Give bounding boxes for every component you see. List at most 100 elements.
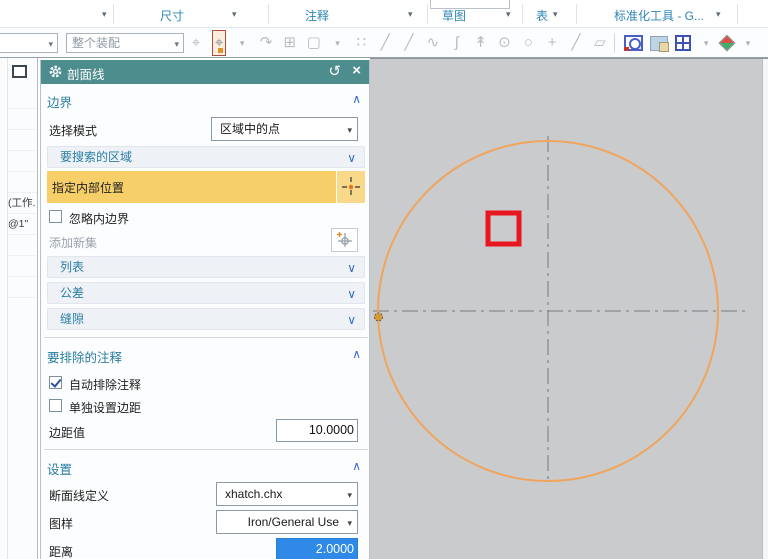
add-new-set-icon xyxy=(336,231,354,249)
sheet-icon[interactable]: ▱ xyxy=(592,31,608,55)
tab-separator xyxy=(576,4,577,24)
point-dialog-active-tool[interactable]: ⌖ xyxy=(212,30,226,56)
collapse-chevron-icon[interactable]: ∧ xyxy=(352,459,361,473)
ignore-inner-boundary-label: 忽略内边界 xyxy=(69,210,129,227)
hatch-definition-label: 断面线定义 xyxy=(49,487,109,504)
margin-value-label: 边距值 xyxy=(49,424,85,441)
stamp-icon[interactable]: ⊞ xyxy=(282,31,298,55)
image-export-icon[interactable] xyxy=(650,36,669,51)
circle-center-icon[interactable]: ⊙ xyxy=(496,31,512,55)
tab-separator xyxy=(427,4,428,24)
list-item[interactable] xyxy=(8,88,37,109)
tab-annotation[interactable]: 注释 xyxy=(305,7,329,24)
close-icon[interactable]: × xyxy=(352,62,361,79)
expand-chevron-icon[interactable]: ∨ xyxy=(347,310,356,330)
grid-layout-caret-icon[interactable]: ▾ xyxy=(698,31,714,55)
tab-table-caret-icon[interactable]: ▾ xyxy=(553,9,558,20)
hatch-definition-caret-icon: ▾ xyxy=(347,484,352,506)
spline-icon[interactable]: ʃ xyxy=(449,31,465,55)
specify-location-row[interactable]: 指定内部位置 xyxy=(47,171,365,203)
list-item[interactable]: (工作. xyxy=(8,193,37,214)
list-item[interactable] xyxy=(8,256,37,277)
tab-standardization-caret-icon[interactable]: ▾ xyxy=(716,9,721,20)
add-new-set-button[interactable] xyxy=(331,228,358,252)
list-item[interactable] xyxy=(8,235,37,256)
margin-value-field[interactable]: 10.0000 xyxy=(276,419,358,442)
rotate-icon[interactable]: ↷ xyxy=(258,31,274,55)
view-tools: ▾ ▾ xyxy=(624,31,756,55)
collapse-chevron-icon[interactable]: ∧ xyxy=(352,92,361,106)
circle-icon[interactable]: ○ xyxy=(520,31,536,55)
reset-icon[interactable]: ↺ xyxy=(328,62,341,80)
line2-icon[interactable]: ╱ xyxy=(401,31,417,55)
list-item[interactable] xyxy=(8,172,37,193)
list-item[interactable]: @1" xyxy=(8,214,37,235)
section-exclude-title: 要排除的注释 xyxy=(47,351,122,365)
pattern-icon[interactable]: ∷ xyxy=(353,31,369,55)
section-boundary-title: 边界 xyxy=(47,96,72,110)
tab-dimension-caret-icon[interactable]: ▾ xyxy=(232,9,237,20)
axis-icon[interactable]: ↟ xyxy=(473,31,489,55)
curve-icon[interactable]: ∿ xyxy=(425,31,441,55)
slash-icon[interactable]: ╱ xyxy=(568,31,584,55)
selection-cursor-square xyxy=(488,213,519,244)
dialog-title-bar[interactable]: 剖面线 ↺ × xyxy=(41,60,369,84)
marquee-caret-icon[interactable]: ▾ xyxy=(330,31,346,55)
auto-exclude-checkbox[interactable] xyxy=(49,376,62,389)
tab-dimension[interactable]: 尺寸 xyxy=(160,7,184,24)
drawing-canvas[interactable] xyxy=(370,58,768,559)
group-region-to-search[interactable]: 要搜索的区域 ∨ xyxy=(47,146,365,168)
hatch-definition-dropdown[interactable]: xhatch.chx ▾ xyxy=(216,482,358,506)
specify-point-button[interactable] xyxy=(336,171,365,203)
list-item[interactable] xyxy=(8,277,37,298)
view-combo[interactable]: ▾ xyxy=(0,33,58,53)
grid-layout-icon[interactable] xyxy=(675,35,691,51)
group-list-title: 列表 xyxy=(60,260,84,274)
group-list[interactable]: 列表 ∨ xyxy=(47,256,365,278)
collapse-chevron-icon[interactable]: ∧ xyxy=(352,347,361,361)
snap-point-icon[interactable]: ⌖ xyxy=(188,31,204,55)
line-icon[interactable]: ╱ xyxy=(377,31,393,55)
distance-field[interactable]: 2.0000 xyxy=(276,538,358,559)
section-boundary-header[interactable]: 边界 ∧ xyxy=(47,92,365,112)
list-item[interactable] xyxy=(8,130,37,151)
tab-standardization-tools[interactable]: 标准化工具 - G... xyxy=(614,7,704,24)
quadrant-point-marker xyxy=(375,313,383,321)
section-settings-header[interactable]: 设置 ∧ xyxy=(47,459,365,479)
ribbon-overflow-caret-icon[interactable]: ▾ xyxy=(102,9,107,20)
group-gap-title: 缝隙 xyxy=(60,312,84,326)
individual-margin-checkbox[interactable] xyxy=(49,399,62,412)
tab-separator xyxy=(268,4,269,24)
add-new-set-label: 添加新集 xyxy=(49,234,97,251)
expand-chevron-icon[interactable]: ∨ xyxy=(347,284,356,304)
group-gap[interactable]: 缝隙 ∨ xyxy=(47,308,365,330)
tool-strip: ⌖ ⌖ ▾ ↷ ⊞ ▢ ▾ ∷ ╱ ╱ ∿ ʃ ↟ ⊙ ○ + ╱ ▱ xyxy=(188,30,608,56)
view-combo-caret-icon[interactable]: ▾ xyxy=(48,35,53,53)
tab-sketch-caret-icon[interactable]: ▾ xyxy=(506,9,511,20)
display-mode-caret-icon[interactable]: ▾ xyxy=(740,31,756,55)
list-item[interactable] xyxy=(8,151,37,172)
scope-combo[interactable]: 整个装配 ▾ xyxy=(66,33,184,53)
pattern-dropdown[interactable]: Iron/General Use ▾ xyxy=(216,510,358,534)
plus-icon[interactable]: + xyxy=(544,31,560,55)
zoom-window-icon[interactable] xyxy=(624,35,643,51)
section-exclude-header[interactable]: 要排除的注释 ∧ xyxy=(47,347,365,367)
tab-annotation-caret-icon[interactable]: ▾ xyxy=(408,9,413,20)
tab-sketch[interactable]: 草图 xyxy=(442,7,466,24)
window-restore-icon[interactable] xyxy=(12,65,27,78)
point-dialog-caret-icon[interactable]: ▾ xyxy=(234,31,250,55)
selection-mode-dropdown[interactable]: 区域中的点 ▾ xyxy=(211,117,358,141)
expand-chevron-icon[interactable]: ∨ xyxy=(347,148,356,168)
tab-separator xyxy=(737,4,738,24)
list-item[interactable] xyxy=(8,109,37,130)
ignore-inner-boundary-checkbox[interactable] xyxy=(49,210,62,223)
expand-chevron-icon[interactable]: ∨ xyxy=(347,258,356,278)
tab-separator xyxy=(113,4,114,24)
marquee-select-icon[interactable]: ▢ xyxy=(306,31,322,55)
nx-window: ▾ 尺寸 ▾ 注释 ▾ 草图 ▾ 表 ▾ 标准化工具 - G... ▾ ▾ 整个… xyxy=(0,0,768,559)
group-tolerance[interactable]: 公差 ∨ xyxy=(47,282,365,304)
scope-combo-caret-icon[interactable]: ▾ xyxy=(174,35,179,53)
gear-icon xyxy=(48,64,63,79)
tab-table[interactable]: 表 xyxy=(536,7,548,24)
display-mode-icon[interactable] xyxy=(719,35,736,52)
